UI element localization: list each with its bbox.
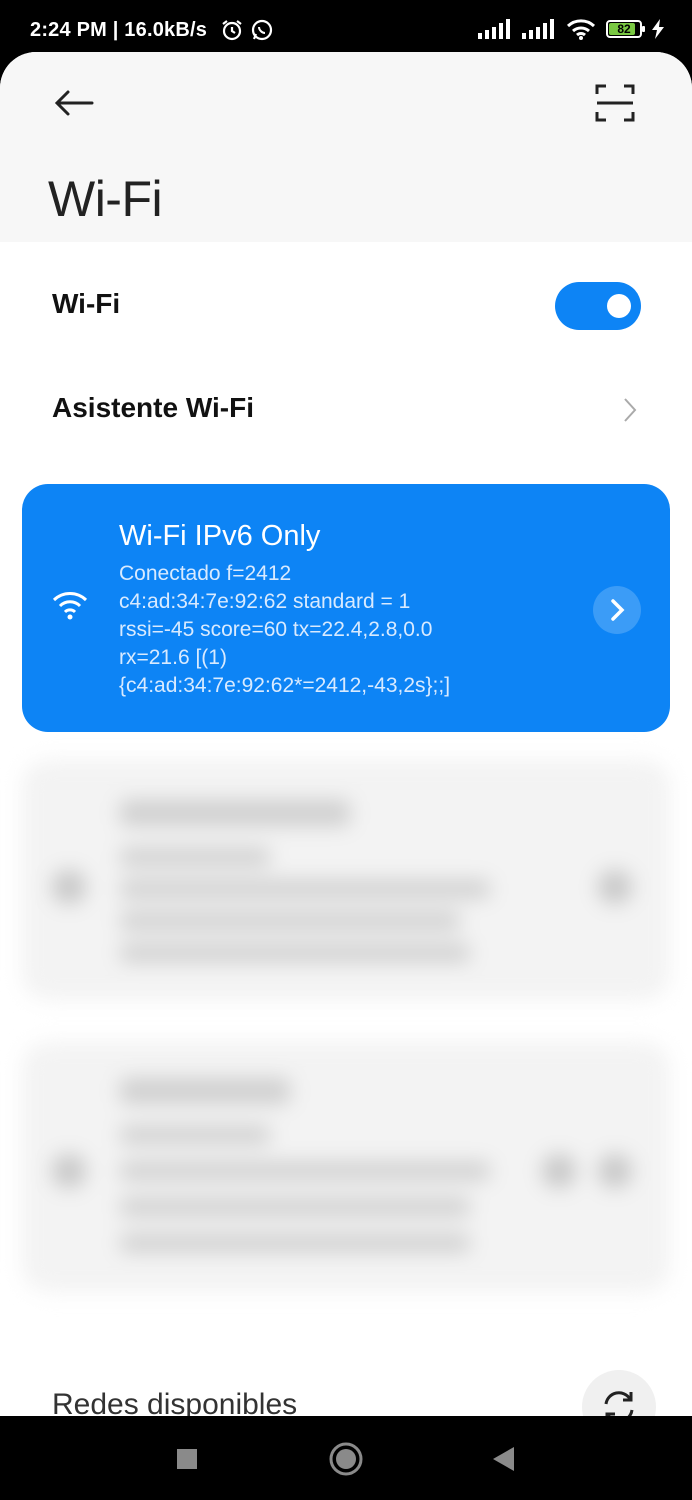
navigation-bar xyxy=(0,1416,692,1500)
alarm-icon xyxy=(222,20,242,41)
wifi-toggle[interactable] xyxy=(555,282,641,330)
network-detail-line: {c4:ad:34:7e:92:62*=2412,-43,2s};;] xyxy=(119,674,451,697)
refresh-button[interactable] xyxy=(582,1370,656,1416)
status-time: 2:24 PM | 16.0kB/s xyxy=(30,19,208,41)
blurred-network-card[interactable] xyxy=(22,1042,670,1292)
status-system-icons: 82 xyxy=(478,18,664,40)
recents-square-icon[interactable] xyxy=(176,1438,198,1478)
wifi-settings-screen: Wi-Fi Wi-Fi Asistente Wi-Fi Wi-Fi IPv6 O… xyxy=(0,52,692,1416)
home-circle-icon[interactable] xyxy=(328,1438,364,1478)
chevron-right-icon xyxy=(624,398,637,422)
whatsapp-icon xyxy=(251,19,273,41)
back-triangle-icon[interactable] xyxy=(490,1438,516,1478)
toggle-knob xyxy=(607,294,631,318)
chevron-right-icon xyxy=(611,599,625,621)
wifi-toggle-label: Wi-Fi xyxy=(52,288,121,319)
scan-qr-icon[interactable] xyxy=(594,82,636,124)
signal-icon xyxy=(478,19,510,39)
charging-icon xyxy=(652,19,664,39)
signal-icon xyxy=(522,19,554,39)
connected-network-card[interactable]: Wi-Fi IPv6 Only Conectado f=2412 c4:ad:3… xyxy=(22,484,670,732)
wifi-icon xyxy=(566,19,596,40)
status-bar: 2:24 PM | 16.0kB/s 82 xyxy=(0,0,692,52)
network-detail-line: c4:ad:34:7e:92:62 standard = 1 xyxy=(119,590,411,613)
wifi-icon xyxy=(52,592,88,620)
network-detail-line: Conectado f=2412 xyxy=(119,562,292,585)
refresh-icon xyxy=(604,1391,634,1416)
network-name: Wi-Fi IPv6 Only xyxy=(119,520,321,552)
network-details-button[interactable] xyxy=(593,586,641,634)
available-networks-title: Redes disponibles xyxy=(52,1388,298,1416)
back-arrow-icon[interactable] xyxy=(52,88,96,118)
page-title: Wi-Fi xyxy=(48,171,163,227)
wifi-assistant-row[interactable]: Asistente Wi-Fi xyxy=(52,392,254,424)
network-detail-line: rssi=-45 score=60 tx=22.4,2.8,0.0 xyxy=(119,618,433,641)
blurred-network-card[interactable] xyxy=(22,760,670,1000)
status-notification-icons xyxy=(220,18,274,42)
battery-level: 82 xyxy=(617,22,631,36)
battery-icon: 82 xyxy=(606,20,645,38)
network-detail-line: rx=21.6 [(1) xyxy=(119,646,227,669)
